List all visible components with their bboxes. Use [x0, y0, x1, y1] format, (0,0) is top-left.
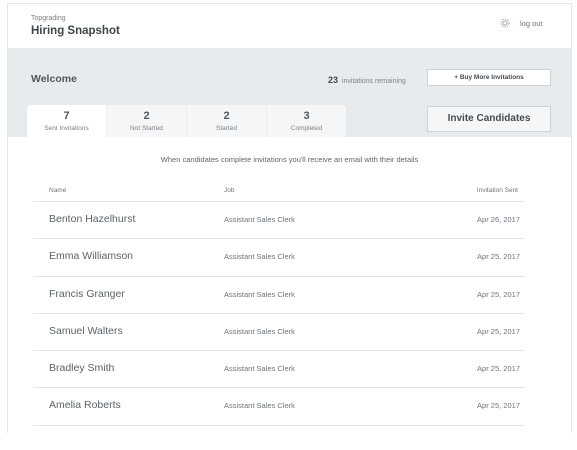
- invitations-table: Benton Hazelhurst Assistant Sales Clerk …: [33, 201, 525, 433]
- table-row[interactable]: Bradley Smith Assistant Sales Clerk Apr …: [33, 350, 525, 387]
- summary-band: Welcome 23 invitations remaining + Buy M…: [8, 48, 571, 137]
- tab-count: 3: [303, 110, 310, 122]
- invitations-remaining: 23 invitations remaining: [328, 75, 406, 85]
- candidate-name: Francis Granger: [49, 287, 125, 300]
- table-row[interactable]: Amelia Roberts Assistant Sales Clerk Apr…: [33, 387, 525, 424]
- candidate-job: Assistant Sales Clerk: [224, 215, 295, 224]
- candidate-job: Assistant Sales Clerk: [224, 326, 295, 336]
- logout-link[interactable]: log out: [520, 19, 543, 28]
- column-header-invitation-sent: Invitation Sent: [476, 187, 518, 194]
- candidate-name: Benton Hazelhurst: [49, 213, 136, 225]
- table-row: [33, 424, 525, 433]
- status-tabs: 7 Sent Invitations 2 Not Started 2 Start…: [27, 105, 346, 137]
- invitation-sent-date: Apr 25, 2017: [477, 289, 520, 299]
- invitation-sent-date: Apr 25, 2017: [477, 364, 520, 374]
- table-row[interactable]: Francis Granger Assistant Sales Clerk Ap…: [33, 275, 525, 313]
- invitation-sent-date: Apr 26, 2017: [477, 215, 520, 224]
- candidate-name: Bradley Smith: [49, 362, 115, 375]
- tab-label: Started: [216, 125, 237, 132]
- tab-started[interactable]: 2 Started: [187, 105, 267, 137]
- buy-more-invitations-button[interactable]: + Buy More Invitations: [427, 69, 551, 86]
- candidate-name: Amelia Roberts: [49, 399, 121, 412]
- table-row[interactable]: Emma Williamson Assistant Sales Clerk Ap…: [33, 238, 525, 275]
- invitation-sent-date: Apr 25, 2017: [477, 401, 520, 411]
- candidate-name: Samuel Walters: [49, 324, 123, 337]
- invitations-remaining-count: 23: [328, 75, 339, 85]
- tab-sent-invitations[interactable]: 7 Sent Invitations: [27, 105, 107, 137]
- gear-icon[interactable]: [499, 17, 511, 29]
- invitations-remaining-label: invitations remaining: [341, 78, 406, 85]
- candidate-job: Assistant Sales Clerk: [224, 364, 295, 374]
- tab-count: 7: [63, 110, 70, 122]
- page-title: Hiring Snapshot: [31, 25, 120, 37]
- candidate-job: Assistant Sales Clerk: [224, 252, 295, 262]
- tab-label: Completed: [290, 125, 323, 132]
- table-row[interactable]: Samuel Walters Assistant Sales Clerk Apr…: [33, 312, 525, 350]
- welcome-heading: Welcome: [31, 73, 77, 85]
- completion-notice: When candidates complete invitations you…: [160, 155, 419, 164]
- column-header-name: Name: [49, 187, 67, 194]
- tab-not-started[interactable]: 2 Not Started: [107, 105, 187, 137]
- invitation-sent-date: Apr 25, 2017: [477, 252, 520, 262]
- candidate-job: Assistant Sales Clerk: [224, 401, 295, 411]
- invite-candidates-button[interactable]: Invite Candidates: [427, 106, 551, 132]
- tab-completed[interactable]: 3 Completed: [267, 105, 346, 137]
- top-bar: Topgrading Hiring Snapshot log out: [8, 4, 571, 48]
- tab-count: 2: [143, 110, 150, 122]
- table-row[interactable]: Benton Hazelhurst Assistant Sales Clerk …: [33, 201, 525, 238]
- tab-label: Sent Invitations: [44, 125, 89, 132]
- candidate-job: Assistant Sales Clerk: [224, 289, 295, 299]
- candidate-name: Emma Williamson: [49, 250, 134, 263]
- tab-count: 2: [223, 110, 230, 122]
- invitation-sent-date: Apr 25, 2017: [477, 326, 520, 336]
- app-window: Topgrading Hiring Snapshot log out Welco…: [7, 3, 572, 433]
- brand-name: Topgrading: [31, 15, 66, 22]
- column-header-job: Job: [224, 187, 235, 194]
- tab-label: Not Started: [130, 125, 163, 132]
